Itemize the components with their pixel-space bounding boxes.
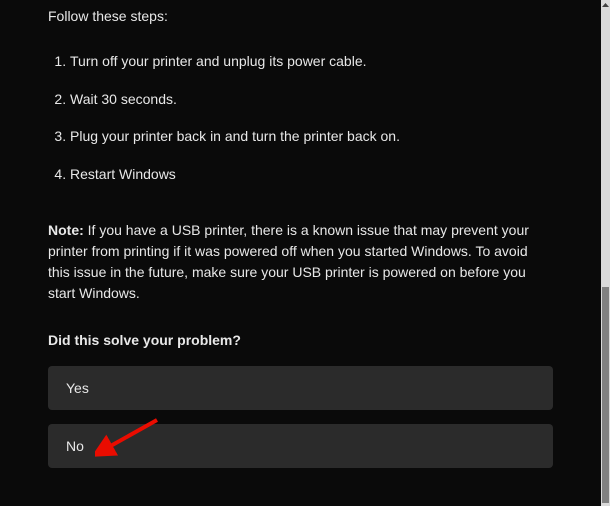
scrollbar-up-button[interactable] <box>601 0 610 10</box>
question-text: Did this solve your problem? <box>48 332 553 348</box>
note-text: If you have a USB printer, there is a kn… <box>48 222 529 301</box>
step-item: Wait 30 seconds. <box>70 90 553 110</box>
no-button[interactable]: No <box>48 424 553 468</box>
chevron-up-icon <box>602 3 609 7</box>
steps-list: Turn off your printer and unplug its pow… <box>48 52 553 184</box>
yes-button[interactable]: Yes <box>48 366 553 410</box>
note-label: Note: <box>48 222 84 238</box>
troubleshooter-content: Follow these steps: Turn off your printe… <box>0 0 601 506</box>
step-item: Turn off your printer and unplug its pow… <box>70 52 553 72</box>
intro-text: Follow these steps: <box>48 8 553 24</box>
scrollbar-thumb[interactable] <box>602 287 609 503</box>
step-item: Restart Windows <box>70 165 553 185</box>
step-item: Plug your printer back in and turn the p… <box>70 127 553 147</box>
scrollbar-track[interactable] <box>601 0 610 506</box>
note-paragraph: Note: If you have a USB printer, there i… <box>48 220 553 304</box>
